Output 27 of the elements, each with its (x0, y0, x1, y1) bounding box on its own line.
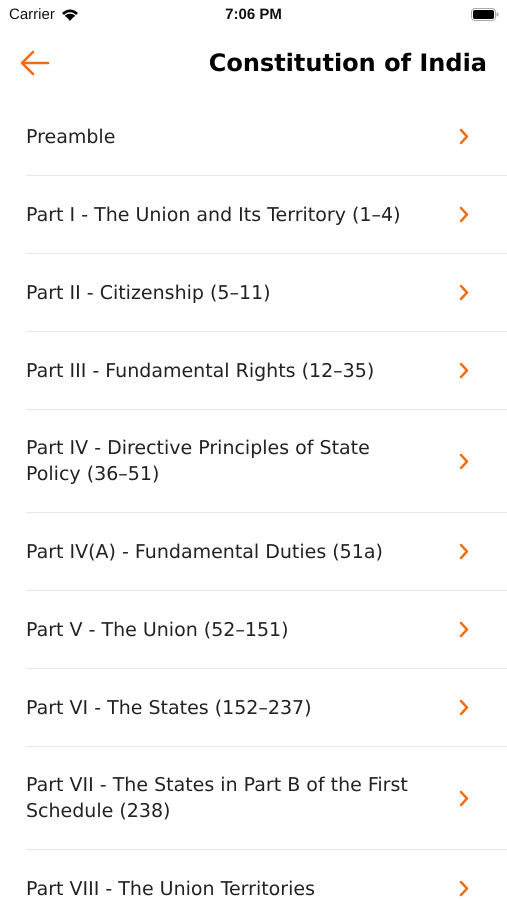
list-item[interactable]: Preamble (26, 98, 507, 176)
chevron-icon (459, 128, 469, 145)
chevron-icon (459, 284, 469, 301)
chevron-icon (459, 452, 469, 470)
chevron-icon (459, 699, 469, 716)
list-item[interactable]: Part VI - The States (152–237) (26, 669, 507, 747)
battery-icon (471, 8, 499, 20)
list-item[interactable]: Part IV - Directive Principles of State Policy (36–51) (26, 410, 507, 513)
chevron-icon (459, 362, 469, 379)
chevron-icon (459, 543, 469, 560)
chevron-icon (459, 621, 469, 638)
chevron-icon (459, 206, 469, 223)
list-item[interactable]: Part VII - The States in Part B of the First Schedule (238) (26, 747, 507, 850)
list-item[interactable]: Part III - Fundamental Rights (12–35) (26, 332, 507, 410)
list-item[interactable]: Part I - The Union and Its Territory (1–4) (26, 176, 507, 254)
back-button[interactable] (20, 50, 50, 76)
carrier-label: Carrier (9, 6, 55, 22)
wifi-icon (60, 8, 79, 20)
chevron-icon (459, 790, 469, 806)
status-time: 7:06 PM (225, 6, 282, 22)
screen-title: Constitution of India (208, 49, 487, 77)
list-item[interactable]: Part V - The Union (52–151) (26, 591, 507, 669)
list-item[interactable]: Part IV(A) - Fundamental Duties (51a) (26, 513, 507, 591)
back-arrow-icon (20, 50, 50, 76)
chevron-icon (459, 880, 469, 897)
list-item[interactable]: Part VIII - The Union Territories (26, 850, 507, 900)
list-item[interactable]: Part II - Citizenship (5–11) (26, 254, 507, 332)
